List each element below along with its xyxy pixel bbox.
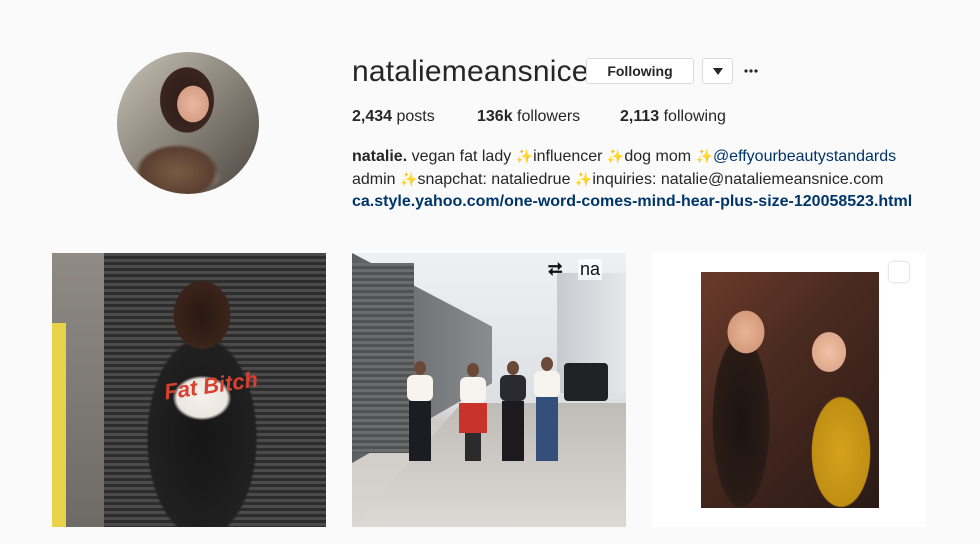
post-image-shutter xyxy=(352,263,414,453)
followers-count: 136k xyxy=(477,108,513,125)
following-label: following xyxy=(663,108,726,125)
profile-username: nataliemeansnice xyxy=(352,55,589,88)
bio-mention-link[interactable]: @effyourbeautystandards xyxy=(713,148,896,165)
bio-text: influencer xyxy=(533,148,607,165)
post-thumbnail[interactable]: Fat Bitch xyxy=(52,253,326,527)
bio-website-link[interactable]: ca.style.yahoo.com/one-word-comes-mind-h… xyxy=(352,193,912,210)
post-image-selfie xyxy=(701,272,879,508)
followers-label: followers xyxy=(517,108,581,125)
post-image-pole xyxy=(52,323,66,527)
profile-bio: natalie. vegan fat lady ✨influencer ✨dog… xyxy=(352,145,912,213)
bio-text: inquiries: natalie@nataliemeansnice.com xyxy=(592,171,884,188)
post-thumbnail[interactable] xyxy=(652,253,926,527)
sparkle-icon: ✨ xyxy=(400,171,418,187)
following-button[interactable]: Following xyxy=(586,58,694,84)
post-thumbnail[interactable]: ⮂ na xyxy=(352,253,626,527)
posts-label: posts xyxy=(396,108,435,125)
caret-down-icon xyxy=(712,67,723,75)
more-options-icon xyxy=(744,69,758,73)
posts-stat: 2,434 posts xyxy=(352,107,435,127)
bio-line-1: natalie. vegan fat lady ✨influencer ✨dog… xyxy=(352,145,912,168)
following-count: 2,113 xyxy=(620,108,660,125)
sparkle-icon: ✨ xyxy=(695,148,713,164)
post-image-shirt-text: Fat Bitch xyxy=(162,366,260,405)
following-stat[interactable]: 2,113 following xyxy=(620,107,726,127)
bio-line-2: admin ✨snapchat: nataliedrue ✨inquiries:… xyxy=(352,168,912,191)
bio-text: admin xyxy=(352,171,401,188)
post-image-person xyxy=(459,363,487,461)
followers-stat[interactable]: 136k followers xyxy=(477,107,580,127)
posts-count: 2,434 xyxy=(352,108,393,125)
follow-options-button[interactable] xyxy=(702,58,733,84)
bio-text: snapchat: nataliedrue xyxy=(417,171,575,188)
post-image-car xyxy=(564,363,608,401)
post-image-person xyxy=(407,361,433,461)
bio-text: dog mom xyxy=(624,148,696,165)
sparkle-icon: ✨ xyxy=(606,148,625,164)
sparkle-icon: ✨ xyxy=(574,171,593,187)
more-options-button[interactable] xyxy=(742,58,760,84)
bio-line-3: ca.style.yahoo.com/one-word-comes-mind-h… xyxy=(352,191,912,213)
checkbox-icon[interactable] xyxy=(889,262,909,282)
bio-text: vegan fat lady xyxy=(407,148,516,165)
post-image-person xyxy=(500,361,526,461)
bio-name: natalie. xyxy=(352,148,408,165)
profile-avatar[interactable] xyxy=(117,52,259,194)
sparkle-icon: ✨ xyxy=(515,148,534,164)
post-image-person xyxy=(534,357,560,461)
repost-icon: ⮂ xyxy=(548,259,563,279)
post-image-overlay-tag: na xyxy=(578,259,603,280)
